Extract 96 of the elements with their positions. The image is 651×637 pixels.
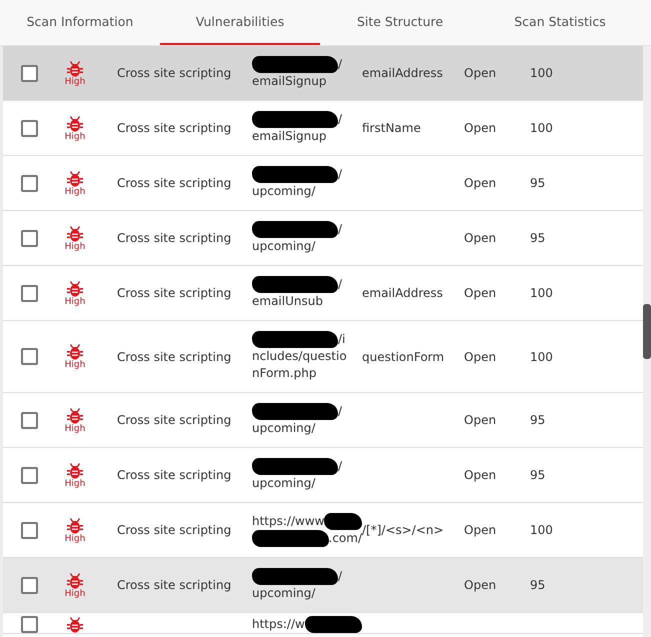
status-text: Open <box>464 413 496 427</box>
checkbox[interactable] <box>20 522 38 538</box>
status-text: Open <box>464 350 496 364</box>
checkbox[interactable] <box>20 616 38 633</box>
parameter-name: firstName <box>362 121 421 135</box>
url-text: .com/ <box>328 530 362 547</box>
status-text: Open <box>464 523 496 537</box>
url-text: emailSignup <box>252 73 326 90</box>
table-row[interactable]: High Cross site scripting / emailSignup emailAddress Open 100 <box>3 46 643 101</box>
status-text: Open <box>464 468 496 482</box>
table-row[interactable]: https://w <box>3 613 643 634</box>
status-text: Open <box>464 66 496 80</box>
checkbox[interactable] <box>20 412 38 428</box>
bug-icon <box>67 516 83 534</box>
score-text: 95 <box>530 176 546 190</box>
bug-icon <box>67 462 83 478</box>
url-text: emailSignup <box>252 128 326 145</box>
bug-icon <box>67 343 83 360</box>
tab[interactable]: Scan Statistics <box>480 0 640 45</box>
url-text: / <box>338 276 342 293</box>
url-text: / <box>338 166 342 183</box>
url-text: upcoming/ <box>252 420 316 437</box>
vulnerability-name: Cross site scripting <box>117 121 232 135</box>
bug-icon <box>67 616 83 633</box>
vulnerability-name: Cross site scripting <box>117 578 232 592</box>
bug-icon <box>67 224 83 242</box>
url-text: upcoming/ <box>252 183 316 200</box>
score-text: 95 <box>530 578 546 592</box>
url-text: upcoming/ <box>252 475 316 492</box>
url-text: / <box>338 111 342 128</box>
status-text: Open <box>464 121 496 135</box>
status-text: Open <box>464 176 496 190</box>
vulnerability-name: Cross site scripting <box>117 413 232 427</box>
checkbox[interactable] <box>20 174 38 192</box>
status-text: Open <box>464 578 496 592</box>
url-text: ncludes/questio <box>252 348 347 365</box>
vulnerability-name: Cross site scripting <box>117 176 232 190</box>
score-text: 100 <box>530 121 553 135</box>
checkbox[interactable] <box>20 64 38 82</box>
url-text: https://www <box>252 513 324 530</box>
bug-icon <box>67 280 83 296</box>
table-row[interactable]: High Cross site scripting / upcoming/ Open 95 <box>3 558 643 613</box>
severity-label: High <box>64 478 86 488</box>
checkbox[interactable] <box>20 576 38 594</box>
bug-icon <box>67 406 83 424</box>
severity-label: High <box>64 588 86 598</box>
checkbox[interactable] <box>20 466 38 484</box>
severity-label: High <box>64 76 86 86</box>
severity-label: High <box>64 186 86 196</box>
checkbox[interactable] <box>20 284 38 302</box>
severity-label: High <box>64 360 86 370</box>
score-text: 100 <box>530 350 553 364</box>
score-text: 95 <box>530 231 546 245</box>
checkbox[interactable] <box>20 348 38 365</box>
url-text: / <box>338 568 342 585</box>
severity-label: High <box>64 296 86 306</box>
score-text: 100 <box>530 66 553 80</box>
parameter-name: questionForm <box>362 350 444 364</box>
vulnerability-name: Cross site scripting <box>117 468 232 482</box>
url-text: emailUnsub <box>252 293 323 310</box>
vulnerability-name: Cross site scripting <box>117 286 232 300</box>
score-text: 95 <box>530 468 546 482</box>
vulnerability-name: Cross site scripting <box>117 350 232 364</box>
severity-label: High <box>64 132 86 142</box>
bug-icon <box>67 60 83 76</box>
parameter-name: /[*]/<s>/<n> <box>362 523 444 537</box>
url-text: upcoming/ <box>252 238 316 255</box>
tab[interactable]: Scan Information <box>0 0 160 45</box>
url-text: https://w <box>252 616 305 633</box>
scrollbar-thumb[interactable] <box>643 304 651 359</box>
url-text: upcoming/ <box>252 585 316 602</box>
severity-label: High <box>64 534 86 544</box>
vulnerability-name: Cross site scripting <box>117 66 232 80</box>
severity-label: High <box>64 424 86 434</box>
vulnerability-name: Cross site scripting <box>117 231 232 245</box>
bug-icon <box>67 572 83 588</box>
bug-icon <box>67 114 83 132</box>
url-text: / <box>338 403 342 420</box>
parameter-name: emailAddress <box>362 66 443 80</box>
vulnerability-name: Cross site scripting <box>117 523 232 537</box>
url-text: /i <box>338 331 346 348</box>
url-text: / <box>338 221 342 238</box>
score-text: 100 <box>530 286 553 300</box>
parameter-name: emailAddress <box>362 286 443 300</box>
tab[interactable]: Site Structure <box>320 0 480 45</box>
url-text: nForm.php <box>252 365 316 382</box>
checkbox[interactable] <box>20 230 38 246</box>
severity-label: High <box>64 242 86 252</box>
url-text: / <box>338 458 342 475</box>
status-text: Open <box>464 286 496 300</box>
status-text: Open <box>464 231 496 245</box>
score-text: 95 <box>530 413 546 427</box>
score-text: 100 <box>530 523 553 537</box>
bug-icon <box>67 170 83 186</box>
checkbox[interactable] <box>20 120 38 136</box>
url-text: / <box>338 56 342 73</box>
